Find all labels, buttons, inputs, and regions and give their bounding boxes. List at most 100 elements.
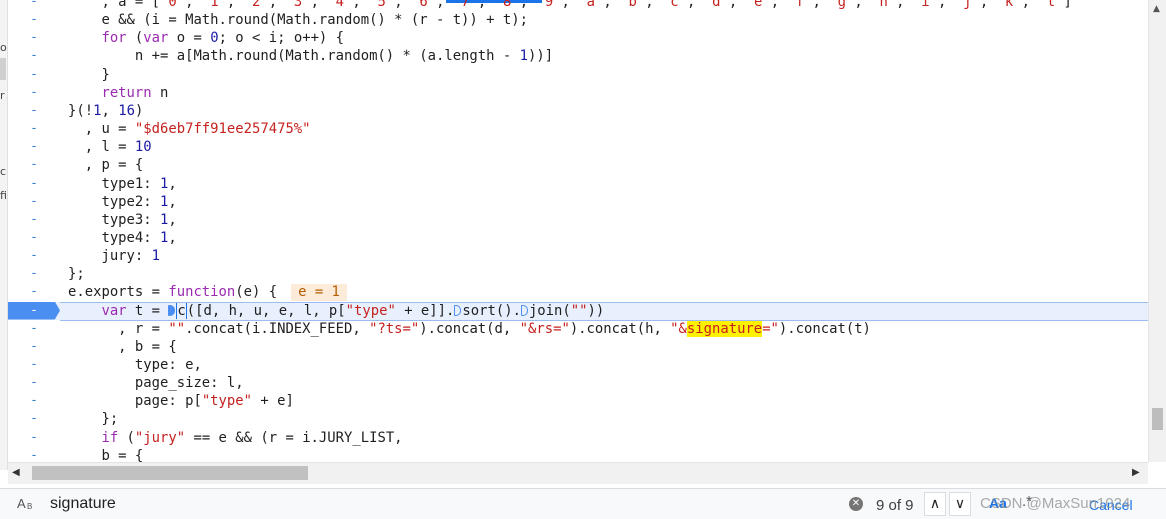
line-gutter[interactable]: - xyxy=(8,29,60,47)
match-case-button[interactable]: Aa xyxy=(989,495,1007,511)
line-gutter[interactable]: - xyxy=(8,320,60,338)
code-line[interactable]: - page_size: l, xyxy=(8,374,1148,392)
code-text: e.exports = function(e) {e = 1 xyxy=(68,283,347,302)
code-line[interactable]: - type1: 1, xyxy=(8,175,1148,193)
code-line[interactable]: - , a = ["0", "1", "2", "3", "4", "5", "… xyxy=(8,0,1148,11)
code-text: type2: 1, xyxy=(68,193,177,210)
line-gutter[interactable]: - xyxy=(8,120,60,138)
line-gutter[interactable]: - xyxy=(8,102,60,120)
code-text: page: p["type" + e] xyxy=(68,393,294,410)
code-text: }; xyxy=(68,411,119,428)
line-gutter[interactable]: - xyxy=(8,175,60,193)
match-case-icon-sub: B xyxy=(27,502,33,511)
line-gutter[interactable]: - xyxy=(8,193,60,211)
next-match-button[interactable]: ∨ xyxy=(949,492,971,516)
code-line[interactable]: - jury: 1 xyxy=(8,247,1148,265)
left-panel-text: fi xyxy=(0,190,7,202)
match-case-icon[interactable]: AB xyxy=(17,496,37,514)
horizontal-scrollbar[interactable]: ◀ ▶ xyxy=(8,462,1148,484)
code-line[interactable]: - , l = 10 xyxy=(8,138,1148,156)
line-gutter[interactable]: - xyxy=(8,47,60,65)
horizontal-scroll-thumb[interactable] xyxy=(32,466,308,480)
vertical-scrollbar[interactable]: ▲ xyxy=(1148,0,1166,462)
code-line[interactable]: - type2: 1, xyxy=(8,193,1148,211)
code-text: if ("jury" == e && (r = i.JURY_LIST, xyxy=(101,429,403,446)
code-line[interactable]: - , p = { xyxy=(8,156,1148,174)
line-gutter[interactable]: - xyxy=(8,11,60,29)
left-panel-text: o xyxy=(0,42,7,54)
left-panel-edge: o r c fi xyxy=(0,0,8,470)
code-line[interactable]: - page: p["type" + e] xyxy=(8,392,1148,410)
previous-match-button[interactable]: ∧ xyxy=(924,492,946,516)
code-text: , u = "$d6eb7ff91ee257475%" xyxy=(68,121,311,138)
line-gutter[interactable]: - xyxy=(8,138,60,156)
left-panel-text: r xyxy=(0,90,5,102)
code-line[interactable]: - type3: 1, xyxy=(8,211,1148,229)
match-count: 9 of 9 xyxy=(876,497,914,514)
left-panel-selection xyxy=(0,58,6,80)
code-line[interactable]: - } xyxy=(8,66,1148,84)
code-line[interactable]: - return n xyxy=(8,84,1148,102)
code-text: type: e, xyxy=(68,357,202,373)
line-gutter[interactable]: - xyxy=(8,265,60,283)
code-text: n += a[Math.round(Math.random() * (a.len… xyxy=(68,48,554,65)
line-gutter[interactable]: - xyxy=(8,301,60,320)
code-line[interactable]: -}(!1, 16) xyxy=(8,102,1148,120)
code-line[interactable]: - e.exports = function(e) {e = 1 xyxy=(8,283,1148,302)
code-text: type1: 1, xyxy=(68,175,177,192)
code-line[interactable]: - }; xyxy=(8,410,1148,428)
search-bar: AB ✕ 9 of 9 ∧ ∨ Aa .* Cancel CSDN @MaxSu… xyxy=(0,488,1166,519)
code-line-current[interactable]: - var t = c([d, h, u, e, l, p["type" + e… xyxy=(8,301,1148,321)
regex-button[interactable]: .* xyxy=(1022,493,1032,510)
code-text: }; xyxy=(68,266,85,283)
line-gutter[interactable]: - xyxy=(8,84,60,102)
code-line[interactable]: - , u = "$d6eb7ff91ee257475%" xyxy=(8,120,1148,138)
clear-search-icon[interactable]: ✕ xyxy=(849,497,863,511)
cancel-button[interactable]: Cancel xyxy=(1089,497,1133,513)
scroll-up-icon[interactable]: ▲ xyxy=(1153,4,1160,14)
code-text: b = { xyxy=(68,447,144,462)
line-gutter[interactable]: - xyxy=(8,356,60,374)
code-text: type3: 1, xyxy=(68,211,177,228)
code-line[interactable]: - type: e, xyxy=(8,356,1148,374)
code-line[interactable]: - type4: 1, xyxy=(8,229,1148,247)
code-text: , r = "".concat(i.INDEX_FEED, "?ts=").co… xyxy=(68,320,871,337)
scroll-left-icon[interactable]: ◀ xyxy=(12,467,20,478)
line-gutter[interactable]: - xyxy=(8,66,60,84)
code-text: page_size: l, xyxy=(68,375,244,392)
vertical-scroll-thumb[interactable] xyxy=(1152,408,1163,430)
code-line[interactable]: - e && (i = Math.round(Math.random() * (… xyxy=(8,11,1148,29)
code-text: e && (i = Math.round(Math.random() * (r … xyxy=(68,12,528,29)
line-gutter[interactable]: - xyxy=(8,211,60,229)
left-panel-text: c xyxy=(0,166,7,178)
line-gutter[interactable]: - xyxy=(8,156,60,174)
line-gutter[interactable]: - xyxy=(8,338,60,356)
code-text: , a = ["0", "1", "2", "3", "4", "5", "6"… xyxy=(68,0,1072,10)
line-gutter[interactable]: - xyxy=(8,283,60,301)
code-text: } xyxy=(68,66,110,83)
code-line[interactable]: - , r = "".concat(i.INDEX_FEED, "?ts=").… xyxy=(8,320,1148,338)
line-gutter[interactable]: - xyxy=(8,429,60,447)
line-gutter[interactable]: - xyxy=(8,392,60,410)
line-gutter[interactable]: - xyxy=(8,229,60,247)
code-line[interactable]: - n += a[Math.round(Math.random() * (a.l… xyxy=(8,47,1148,65)
line-gutter[interactable]: - xyxy=(8,0,60,11)
line-gutter[interactable]: - xyxy=(8,374,60,392)
code-text: return n xyxy=(101,84,169,101)
code-text: , b = { xyxy=(68,338,177,355)
line-gutter[interactable]: - xyxy=(8,247,60,265)
code-line[interactable]: - for (var o = 0; o < i; o++) { xyxy=(8,29,1148,47)
code-line[interactable]: - if ("jury" == e && (r = i.JURY_LIST, xyxy=(8,429,1148,447)
line-gutter[interactable]: - xyxy=(8,410,60,428)
scroll-right-icon[interactable]: ▶ xyxy=(1132,467,1140,478)
code-line[interactable]: - b = { xyxy=(8,447,1148,462)
code-text: jury: 1 xyxy=(68,248,161,265)
code-text: }(!1, 16) xyxy=(68,102,144,119)
code-editor[interactable]: - , a = ["0", "1", "2", "3", "4", "5", "… xyxy=(8,0,1148,462)
line-gutter[interactable]: - xyxy=(8,447,60,462)
code-line[interactable]: - , b = { xyxy=(8,338,1148,356)
search-input[interactable] xyxy=(44,492,856,516)
code-text: var t = c([d, h, u, e, l, p["type" + e]]… xyxy=(101,302,605,319)
code-text: for (var o = 0; o < i; o++) { xyxy=(101,30,345,47)
code-line[interactable]: -}; xyxy=(8,265,1148,283)
